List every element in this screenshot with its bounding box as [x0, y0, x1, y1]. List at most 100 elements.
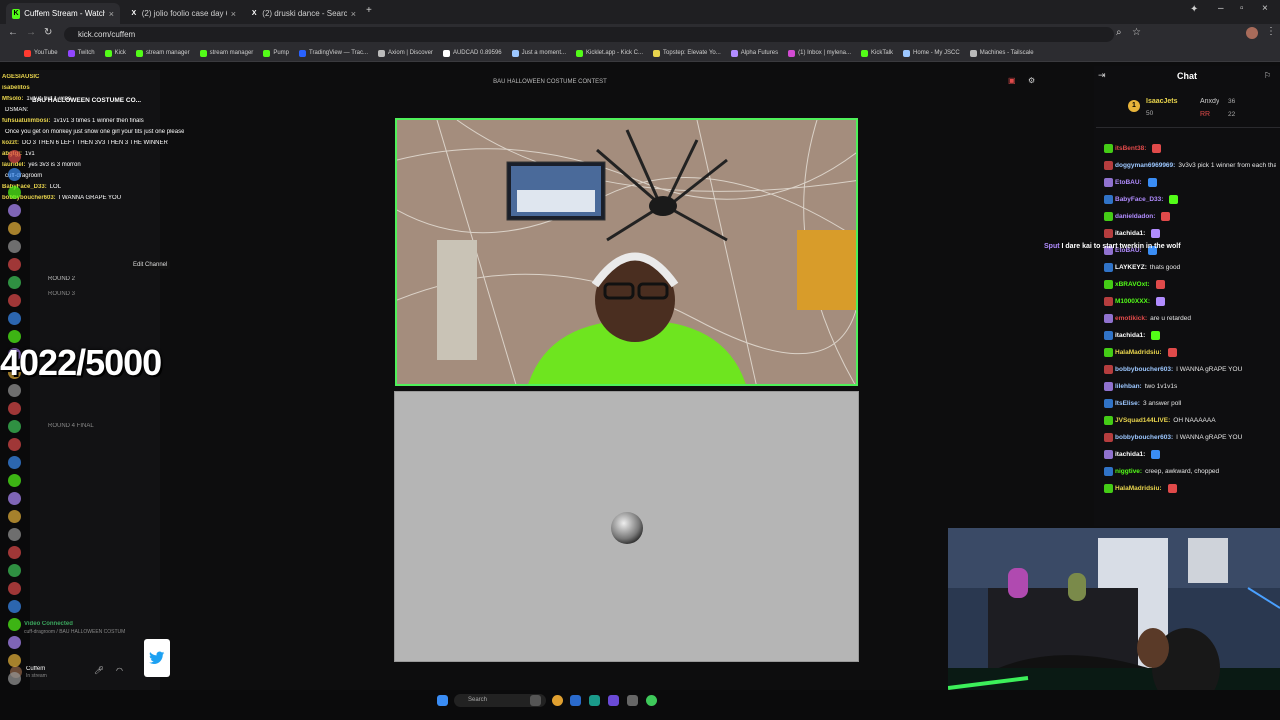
chat-username[interactable]: BabyFace_D33: [1115, 196, 1163, 203]
server-icon[interactable] [8, 186, 21, 199]
maximize-icon[interactable]: ▫ [1240, 3, 1244, 14]
server-icon[interactable] [8, 618, 21, 631]
server-icon[interactable] [8, 546, 21, 559]
server-icon[interactable] [8, 528, 21, 541]
minimize-icon[interactable]: – [1218, 3, 1224, 14]
chat-username[interactable]: JVSquad144LIVE: [1115, 417, 1170, 424]
file-explorer-icon[interactable] [570, 695, 581, 706]
server-icon[interactable] [8, 438, 21, 451]
collapse-chat-icon[interactable]: ⇥ [1098, 70, 1106, 81]
server-icon[interactable] [8, 402, 21, 415]
server-icon[interactable] [8, 420, 21, 433]
server-icon[interactable] [8, 564, 21, 577]
server-icon[interactable] [8, 168, 21, 181]
server-icon[interactable] [8, 474, 21, 487]
bookmark-star-icon[interactable]: ☆ [1132, 27, 1141, 38]
server-icon[interactable] [8, 672, 21, 685]
bookmark-item[interactable]: Kick [104, 49, 126, 57]
bookmark-item[interactable]: Twitch [67, 49, 95, 57]
bookmark-item[interactable]: Pump [263, 49, 289, 57]
chat-username[interactable]: xBRAVOxt: [1115, 281, 1150, 288]
chat-username[interactable]: EtoBAU: [1115, 179, 1142, 186]
chat-username[interactable]: LAYKEYZ: [1115, 264, 1147, 271]
chat-username[interactable]: ItsElise: [1115, 400, 1140, 407]
forward-icon[interactable]: → [26, 27, 36, 38]
server-icon[interactable] [8, 654, 21, 667]
server-icon[interactable] [8, 492, 21, 505]
bookmark-item[interactable]: TradingView — Trac... [299, 49, 368, 57]
server-icon[interactable] [8, 294, 21, 307]
bookmark-item[interactable]: AUDCAD 0.89596 [442, 49, 502, 57]
server-icon[interactable] [8, 510, 21, 523]
back-icon[interactable]: ← [8, 27, 18, 38]
chrome-icon[interactable] [552, 695, 563, 706]
bookmark-item[interactable]: Just a moment... [511, 49, 566, 57]
bookmark-item[interactable]: Alpha Futures [730, 49, 778, 57]
reload-icon[interactable]: ↻ [44, 27, 52, 38]
chat-settings-icon[interactable]: ⚐ [1264, 71, 1271, 80]
avatar[interactable] [1246, 27, 1258, 39]
close-icon[interactable]: × [351, 9, 356, 19]
settings-gear-icon[interactable]: ⚙ [1028, 76, 1035, 85]
bookmark-item[interactable]: (1) Inbox | mylena... [788, 49, 851, 57]
widgets-icon[interactable] [530, 695, 541, 706]
record-icon[interactable]: ▣ [1008, 76, 1016, 85]
chat-username[interactable]: bobbyboucher603: [1115, 434, 1173, 441]
bookmark-item[interactable]: Machines - Tailscale [969, 49, 1034, 57]
bookmark-item[interactable]: YouTube [24, 49, 58, 57]
bookmark-item[interactable]: stream manager [199, 49, 253, 57]
extension-icon[interactable]: ✦ [1190, 4, 1198, 15]
bookmark-item[interactable]: Kicklet.app - Kick C... [576, 49, 643, 57]
server-icon[interactable] [8, 276, 21, 289]
chat-username[interactable]: lilehban: [1115, 383, 1142, 390]
bookmark-item[interactable]: Axiom | Discover [378, 49, 433, 57]
chat-username[interactable]: danieldadon: [1115, 213, 1155, 220]
server-icon[interactable] [8, 456, 21, 469]
chat-username[interactable]: niggtive: [1115, 468, 1142, 475]
chat-username[interactable]: doggyman6969969: [1115, 162, 1175, 169]
server-icon[interactable] [8, 636, 21, 649]
bookmark-item[interactable]: stream manager [135, 49, 190, 57]
server-icon[interactable] [8, 204, 21, 217]
chat-username[interactable]: emotikick: [1115, 315, 1147, 322]
terminal-icon[interactable] [589, 695, 600, 706]
close-icon[interactable]: × [231, 9, 236, 19]
spotify-icon[interactable] [646, 695, 657, 706]
server-icon[interactable] [8, 258, 21, 271]
server-icon[interactable] [8, 222, 21, 235]
chat-username[interactable]: itachida1: [1115, 332, 1145, 339]
address-bar[interactable]: kick.com/cuffem [64, 27, 1114, 42]
new-tab-plus-icon[interactable]: + [366, 5, 372, 16]
mic-icon[interactable]: 🎤︎ [94, 666, 104, 675]
chat-username[interactable]: HalaMadridsiu: [1115, 485, 1162, 492]
server-icon[interactable] [8, 312, 21, 325]
windows-start-icon[interactable] [437, 695, 448, 706]
bookmark-item[interactable]: Home - My JSCC [903, 49, 960, 57]
bookmark-item[interactable]: KickTalk [861, 49, 893, 57]
chat-username[interactable]: itachida1: [1115, 451, 1145, 458]
tab-x-search-1[interactable]: X (2) jolio foolio case day 6 - Sea × [124, 3, 242, 24]
chat-username[interactable]: bobbyboucher603: [1115, 366, 1173, 373]
server-icon[interactable] [8, 582, 21, 595]
obs-icon[interactable] [627, 695, 638, 706]
channel-round-2[interactable]: ROUND 2 [48, 276, 75, 282]
window-close-icon[interactable]: × [1262, 3, 1268, 14]
server-icon[interactable] [8, 384, 21, 397]
channel-round-3[interactable]: ROUND 3 [48, 291, 75, 297]
channel-round-4-final[interactable]: ROUND 4 FINAL [48, 423, 94, 429]
bookmark-item[interactable]: Topstep: Elevate Yo... [653, 49, 721, 57]
zoom-icon[interactable]: ⌕ [1116, 27, 1122, 38]
headphones-icon[interactable]: ◠ [116, 666, 123, 675]
chat-username[interactable]: itsBent38: [1115, 145, 1146, 152]
chat-username[interactable]: itachida1: [1115, 230, 1145, 237]
menu-icon[interactable]: ⋮ [1266, 26, 1276, 37]
chat-username[interactable]: M1000XXX: [1115, 298, 1150, 305]
chat-username[interactable]: HalaMadridsiu: [1115, 349, 1162, 356]
discord-icon[interactable] [608, 695, 619, 706]
tab-x-search-2[interactable]: X (2) druski dance - Search / X × [244, 3, 362, 24]
server-icon[interactable] [8, 240, 21, 253]
close-icon[interactable]: × [109, 9, 114, 19]
server-icon[interactable] [8, 150, 21, 163]
tab-kick-stream[interactable]: K Cuffem Stream - Watch Live × [6, 3, 120, 24]
server-icon[interactable] [8, 600, 21, 613]
